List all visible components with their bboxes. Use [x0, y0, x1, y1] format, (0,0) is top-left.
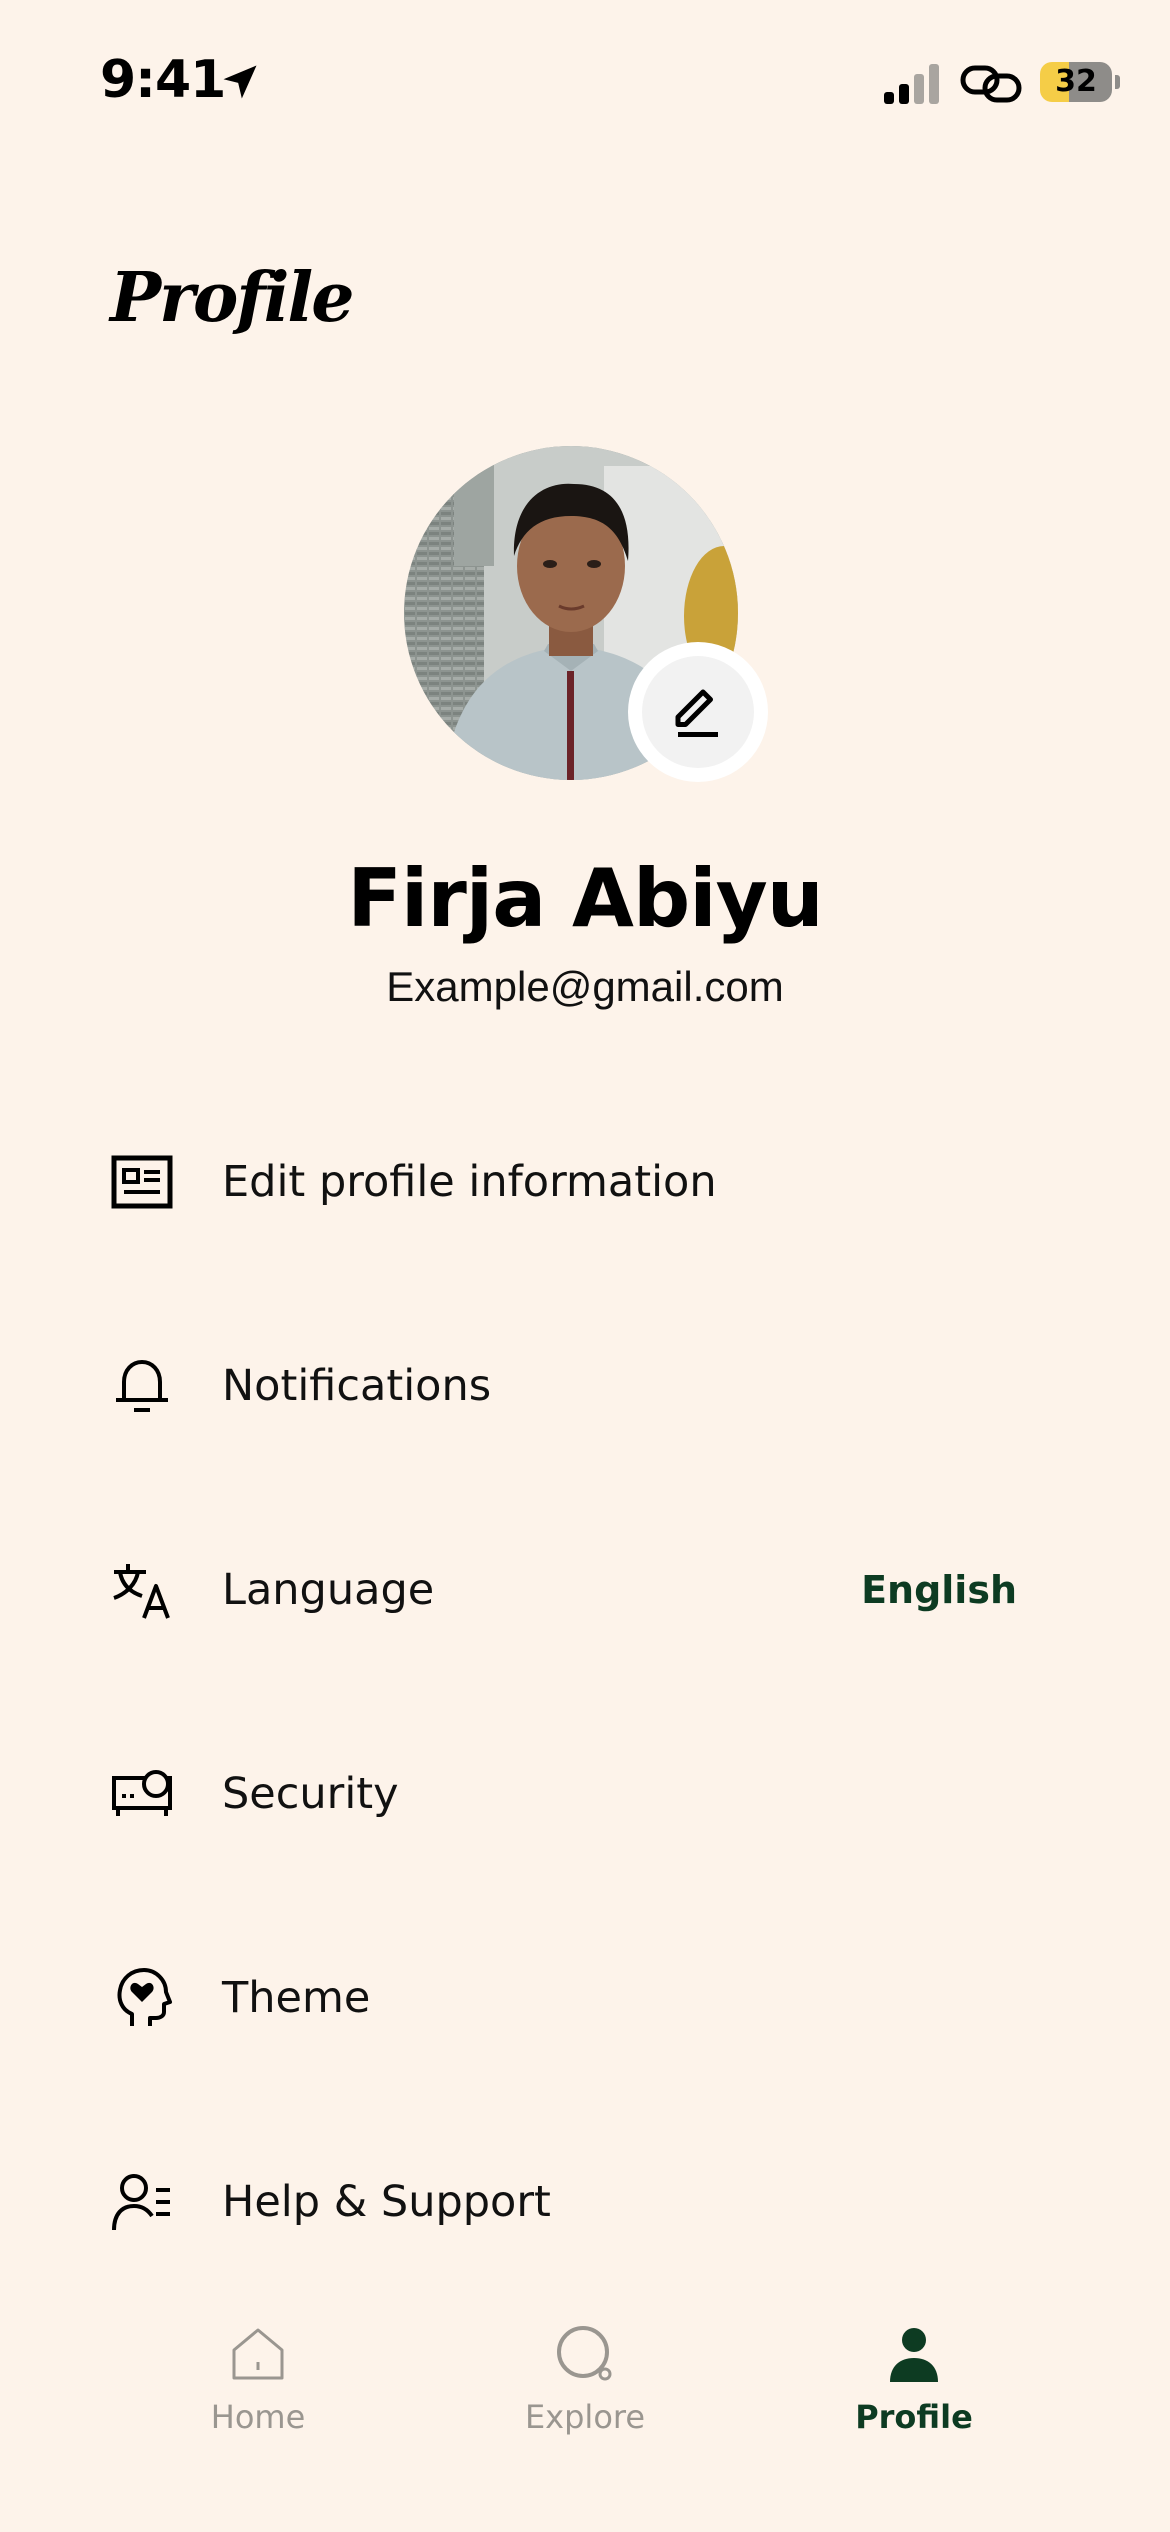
menu-item-label: Help & Support — [222, 2177, 551, 2227]
theme-head-icon — [117, 1968, 172, 2026]
profile-icon — [890, 2328, 938, 2382]
tab-bar: Home Explore Profile — [0, 2300, 1170, 2532]
bell-icon — [116, 1359, 168, 1412]
menu-item-theme[interactable]: Theme — [0, 1896, 1170, 2100]
location-arrow-icon — [223, 65, 257, 99]
status-time: 9:41 — [100, 50, 226, 110]
home-icon — [232, 2328, 284, 2380]
tab-explore[interactable]: Explore — [465, 2322, 705, 2452]
tab-label: Profile — [855, 2398, 973, 2436]
menu-item-label: Theme — [222, 1973, 371, 2023]
battery-percent: 32 — [1055, 64, 1097, 99]
user-email: Example@gmail.com — [386, 963, 784, 1010]
avatar-container — [404, 446, 768, 786]
id-card-icon — [111, 1155, 173, 1209]
language-value: English — [861, 1568, 1017, 1612]
menu-item-security[interactable]: Security — [0, 1692, 1170, 1896]
translate-icon — [113, 1564, 170, 1619]
pencil-icon — [675, 689, 718, 737]
menu-item-help-support[interactable]: Help & Support — [0, 2100, 1170, 2304]
edit-avatar-button[interactable] — [628, 642, 768, 782]
explore-icon — [557, 2326, 612, 2381]
tab-label: Home — [210, 2398, 306, 2436]
tab-profile[interactable]: Profile — [794, 2322, 1034, 2452]
tab-home[interactable]: Home — [138, 2322, 378, 2452]
battery-nub — [1115, 75, 1120, 89]
tab-label: Explore — [524, 2398, 646, 2436]
menu-item-edit-profile[interactable]: Edit profile information — [0, 1080, 1170, 1284]
menu-item-label: Security — [222, 1769, 399, 1819]
menu-item-notifications[interactable]: Notifications — [0, 1284, 1170, 1488]
link-icon — [960, 65, 1022, 103]
edit-avatar-inner — [642, 656, 754, 768]
page-title: Profile — [110, 258, 354, 338]
menu-item-language[interactable]: Language English — [0, 1488, 1170, 1692]
user-name: Firja Abiyu — [347, 852, 823, 945]
menu-item-label: Language — [222, 1565, 435, 1615]
battery-indicator: 32 — [1040, 62, 1120, 106]
status-bar: 9:41 32 — [0, 0, 1170, 170]
security-icon — [112, 1770, 172, 1816]
help-support-icon — [112, 2174, 170, 2231]
menu-item-label: Edit profile information — [222, 1157, 717, 1207]
menu-item-label: Notifications — [222, 1361, 492, 1411]
signal-icon — [884, 64, 939, 104]
